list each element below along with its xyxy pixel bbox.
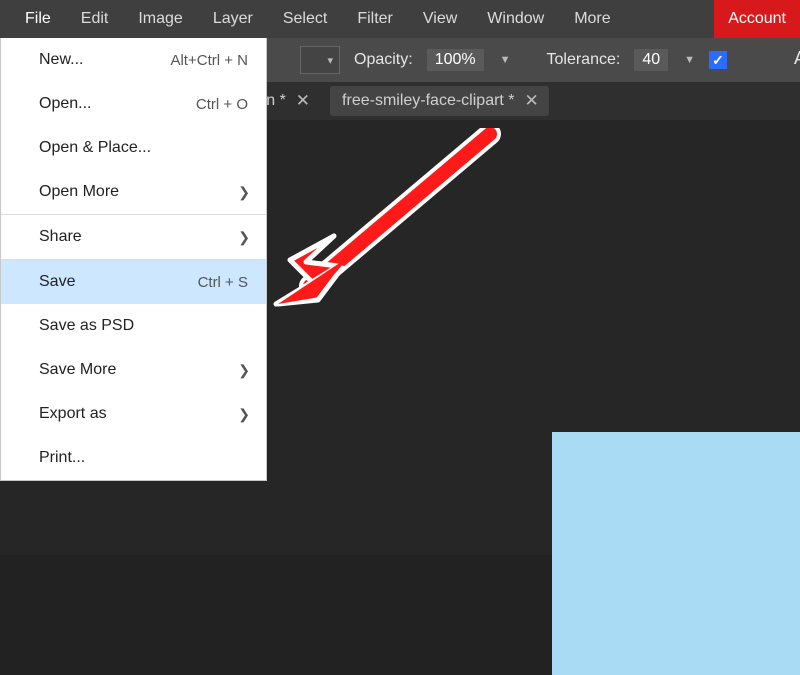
menu-item-label: Save as PSD: [39, 317, 248, 335]
tolerance-dropdown-icon[interactable]: ▼: [684, 54, 695, 66]
opacity-value[interactable]: 100%: [427, 49, 484, 71]
menu-item-label: Open & Place...: [39, 139, 248, 157]
menubar: File Edit Image Layer Select Filter View…: [0, 0, 800, 38]
tolerance-value[interactable]: 40: [634, 49, 668, 71]
menu-layer[interactable]: Layer: [198, 0, 268, 38]
menu-image[interactable]: Image: [123, 0, 197, 38]
file-menu-item-open-place[interactable]: Open & Place...: [1, 126, 266, 170]
file-menu-item-save-more[interactable]: Save More❯: [1, 348, 266, 392]
antialias-label-cut: A: [794, 48, 800, 69]
menu-item-label: Export as: [39, 405, 248, 423]
chevron-down-icon: ▾: [327, 54, 333, 67]
menu-select[interactable]: Select: [268, 0, 342, 38]
canvas[interactable]: [552, 432, 800, 675]
menu-window[interactable]: Window: [472, 0, 559, 38]
menu-edit[interactable]: Edit: [66, 0, 124, 38]
opacity-dropdown-icon[interactable]: ▼: [500, 54, 511, 66]
menu-item-label: Print...: [39, 449, 248, 467]
file-menu-item-save-as-psd[interactable]: Save as PSD: [1, 304, 266, 348]
account-button[interactable]: Account: [714, 0, 800, 38]
document-tab-2[interactable]: free-smiley-face-clipart * ✕: [330, 86, 549, 116]
document-tab-2-label: free-smiley-face-clipart *: [342, 92, 514, 110]
menu-more[interactable]: More: [559, 0, 625, 38]
file-menu-item-save[interactable]: SaveCtrl + S: [1, 260, 266, 304]
file-menu-item-export-as[interactable]: Export as❯: [1, 392, 266, 436]
file-menu-dropdown: New...Alt+Ctrl + NOpen...Ctrl + OOpen & …: [0, 38, 267, 481]
opacity-label: Opacity:: [354, 51, 413, 69]
chevron-right-icon: ❯: [238, 184, 250, 201]
menu-item-label: New...: [39, 51, 170, 69]
tolerance-label: Tolerance:: [547, 51, 621, 69]
menu-item-label: Open...: [39, 95, 196, 113]
file-menu-item-open[interactable]: Open...Ctrl + O: [1, 82, 266, 126]
close-icon[interactable]: ✕: [296, 91, 310, 111]
menu-item-label: Save: [39, 273, 198, 291]
antialias-group: ✓: [709, 51, 727, 69]
menu-item-label: Save More: [39, 361, 248, 379]
menu-file[interactable]: File: [10, 0, 66, 38]
menu-item-label: Share: [39, 228, 248, 246]
chevron-right-icon: ❯: [238, 406, 250, 423]
file-menu-item-share[interactable]: Share❯: [1, 215, 266, 259]
menu-view[interactable]: View: [408, 0, 472, 38]
file-menu-item-print[interactable]: Print...: [1, 436, 266, 480]
file-menu-item-open-more[interactable]: Open More❯: [1, 170, 266, 214]
menu-item-shortcut: Ctrl + S: [198, 274, 248, 291]
close-icon[interactable]: ✕: [525, 91, 539, 111]
chevron-right-icon: ❯: [238, 362, 250, 379]
chevron-right-icon: ❯: [238, 229, 250, 246]
menu-item-shortcut: Ctrl + O: [196, 96, 248, 113]
file-menu-item-new[interactable]: New...Alt+Ctrl + N: [1, 38, 266, 82]
antialias-checkbox[interactable]: ✓: [709, 51, 727, 69]
menu-filter[interactable]: Filter: [342, 0, 408, 38]
tool-preset-dropdown[interactable]: ▾: [300, 46, 340, 74]
menu-item-shortcut: Alt+Ctrl + N: [170, 52, 248, 69]
menu-item-label: Open More: [39, 183, 248, 201]
